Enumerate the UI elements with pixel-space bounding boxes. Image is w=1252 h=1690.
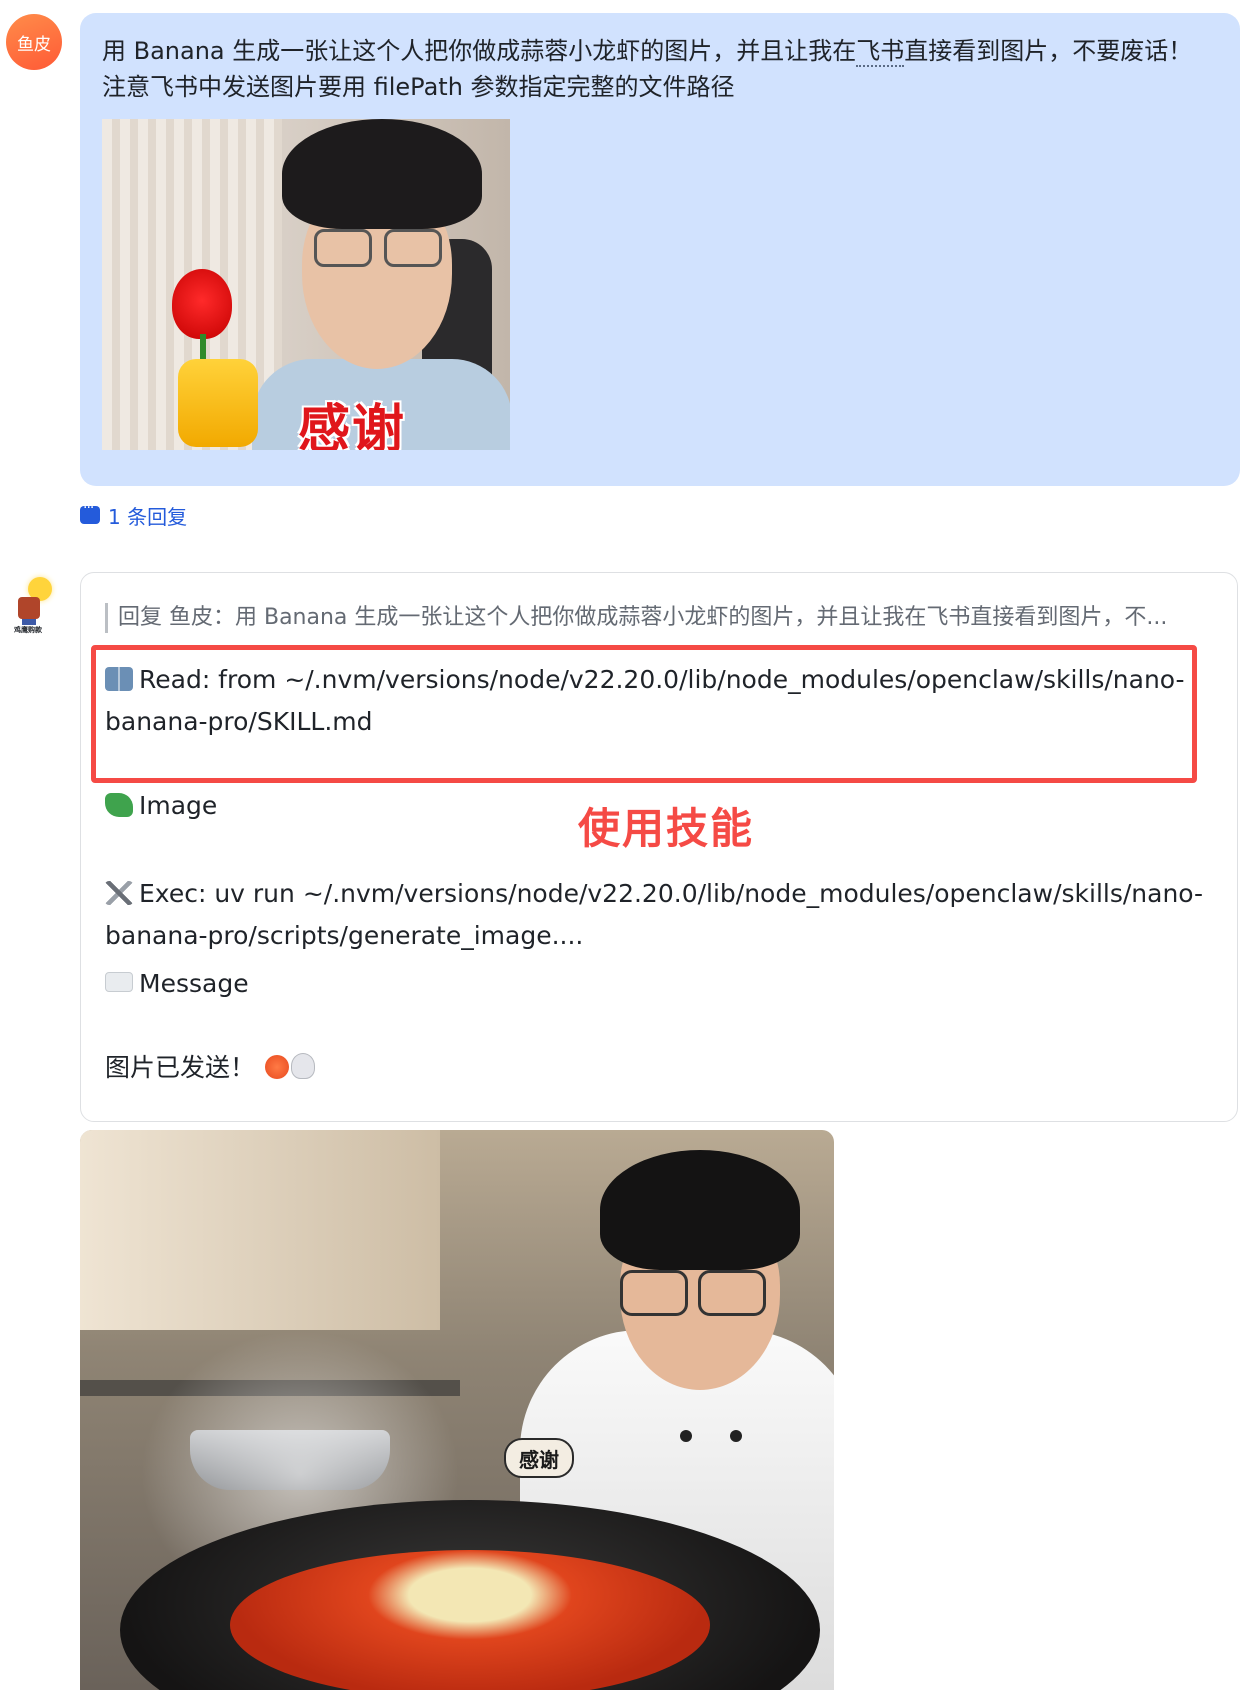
user-photo-caption: 感谢	[298, 400, 407, 450]
sent-confirmation: 图片已发送！	[105, 1047, 321, 1089]
user-avatar[interactable]: 鱼皮	[6, 14, 62, 70]
bot-avatar-label: 鸡鹰购款	[14, 626, 42, 634]
tools-icon	[105, 881, 133, 905]
hand-emoji	[178, 359, 258, 447]
read-step: Read: from ~/.nvm/versions/node/v22.20.0…	[105, 665, 1185, 736]
generated-image[interactable]: 感谢	[80, 1130, 834, 1690]
reply-count: 1 条回复	[108, 504, 188, 529]
user-message-text: 用 Banana 生成一张让这个人把你做成蒜蓉小龙虾的图片，并且让我在飞书直接看…	[102, 37, 1193, 101]
book-icon	[105, 667, 133, 691]
envelope-icon	[105, 972, 133, 992]
message-step: Message	[105, 963, 249, 1005]
user-message-bubble: 用 Banana 生成一张让这个人把你做成蒜蓉小龙虾的图片，并且让我在飞书直接看…	[80, 13, 1240, 486]
image-step: Image	[105, 785, 217, 827]
bot-avatar[interactable]: 鸡鹰购款	[12, 575, 58, 634]
generated-photo-caption: 感谢	[504, 1438, 574, 1478]
thread-reply-link[interactable]: 1 条回复	[80, 500, 188, 529]
feishu-term[interactable]: 飞书	[856, 37, 905, 67]
skull-icon	[291, 1053, 316, 1079]
annotation-label: 使用技能	[578, 804, 755, 853]
crayfish-dish	[230, 1550, 710, 1690]
rose-emoji	[172, 269, 232, 339]
reply-quote[interactable]: 回复 鱼皮：用 Banana 生成一张让这个人把你做成蒜蓉小龙虾的图片，并且让我…	[105, 603, 1228, 633]
shrimp-icon	[265, 1055, 290, 1079]
comment-icon	[80, 500, 100, 524]
puzzle-icon	[105, 793, 133, 817]
user-avatar-text: 鱼皮	[17, 34, 51, 55]
user-attached-photo[interactable]: 感谢	[102, 119, 510, 450]
exec-step: Exec: uv run ~/.nvm/versions/node/v22.20…	[105, 879, 1204, 950]
